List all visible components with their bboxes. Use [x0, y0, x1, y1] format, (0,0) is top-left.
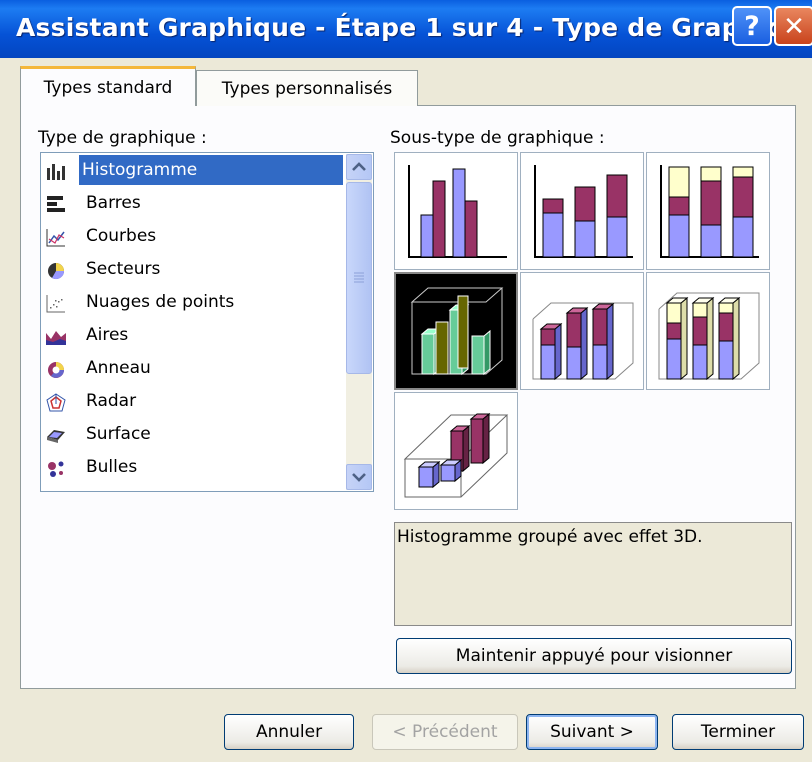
chart-type-label: Type de graphique : [38, 128, 207, 148]
chart-type-item-anneau[interactable]: Anneau [43, 353, 343, 383]
3d-clustered-column-icon [410, 287, 504, 376]
subtype-100-stacked-column[interactable] [646, 152, 770, 270]
subtype-stacked-column[interactable] [520, 152, 644, 270]
chart-type-item-aires[interactable]: Aires [43, 320, 343, 350]
preview-button[interactable]: Maintenir appuyé pour visionner [396, 638, 792, 674]
previous-button[interactable]: < Précédent [372, 714, 518, 750]
tab-custom-types[interactable]: Types personnalisés [196, 70, 418, 106]
chart-type-item-nuages-de-points[interactable]: Nuages de points [43, 287, 343, 317]
subtype-3d-100-stacked-column[interactable] [646, 272, 770, 390]
finish-button[interactable]: Terminer [672, 714, 804, 750]
chart-type-item-label: Barres [86, 193, 141, 213]
column-chart-icon [46, 161, 66, 180]
clustered-column-icon [408, 165, 507, 258]
bubble-chart-icon [46, 458, 66, 477]
bar-chart-icon [46, 194, 66, 213]
chart-type-listbox[interactable]: Histogramme Barres Courbes Secteurs Nuages d… [40, 152, 374, 492]
surface-chart-icon [46, 425, 66, 444]
chart-type-item-label: Courbes [86, 226, 157, 246]
3d-stacked-column-icon [532, 302, 634, 381]
subtype-3d-clustered-column[interactable] [394, 272, 518, 390]
chart-type-item-surface[interactable]: Surface [43, 419, 343, 449]
3d-column-icon [403, 412, 509, 498]
radar-chart-icon [46, 392, 66, 412]
chart-type-item-secteurs[interactable]: Secteurs [43, 254, 343, 284]
next-button[interactable]: Suivant > [526, 714, 658, 750]
chart-type-item-label: Anneau [86, 358, 151, 378]
list-scrollbar[interactable] [346, 154, 372, 490]
chart-type-item-barres[interactable]: Barres [43, 188, 343, 218]
chart-type-item-label: Radar [86, 391, 137, 411]
grip-icon [354, 272, 364, 283]
chart-type-item-label: Nuages de points [86, 292, 235, 312]
chart-type-item-label: Secteurs [86, 259, 161, 279]
scroll-down-button[interactable] [346, 464, 372, 490]
chart-type-item-histogramme[interactable]: Histogramme [43, 155, 343, 185]
pie-chart-icon [46, 260, 66, 280]
subtype-description: Histogramme groupé avec effet 3D. [394, 522, 792, 626]
preview-button-label: Maintenir appuyé pour visionner [455, 646, 733, 666]
subtype-label: Sous-type de graphique : [390, 128, 605, 148]
scatter-chart-icon [46, 293, 66, 313]
chart-type-item-label: Bulles [86, 457, 138, 477]
chevron-up-icon [352, 162, 366, 171]
chevron-down-icon [352, 473, 366, 482]
help-button[interactable]: ? [732, 6, 772, 46]
doughnut-chart-icon [46, 359, 66, 378]
subtype-3d-stacked-column[interactable] [520, 272, 644, 390]
subtype-clustered-column[interactable] [394, 152, 518, 270]
title-bar[interactable]: Assistant Graphique - Étape 1 sur 4 - Ty… [0, 0, 812, 58]
cancel-button[interactable]: Annuler [224, 714, 354, 750]
percent-stacked-column-icon [660, 165, 759, 258]
chart-type-item-bulles[interactable]: Bulles [43, 452, 343, 482]
chart-type-item-label: Surface [86, 424, 151, 444]
scroll-up-button[interactable] [346, 154, 372, 180]
chart-type-item-courbes[interactable]: Courbes [43, 221, 343, 251]
chart-type-item-radar[interactable]: Radar [43, 386, 343, 416]
stacked-column-icon [534, 165, 633, 258]
window-title: Assistant Graphique - Étape 1 sur 4 - Ty… [16, 13, 812, 42]
close-button[interactable]: ✕ [774, 6, 812, 46]
scroll-thumb[interactable] [346, 182, 372, 374]
subtype-3d-column[interactable] [394, 392, 518, 510]
area-chart-icon [46, 326, 66, 345]
3d-percent-stacked-column-icon [658, 292, 760, 381]
chart-wizard-dialog: Assistant Graphique - Étape 1 sur 4 - Ty… [0, 0, 812, 762]
chart-type-item-label: Histogramme [79, 155, 343, 185]
tab-standard-types[interactable]: Types standard [20, 66, 196, 106]
chart-type-item-label: Aires [86, 325, 129, 345]
line-chart-icon [46, 227, 66, 247]
